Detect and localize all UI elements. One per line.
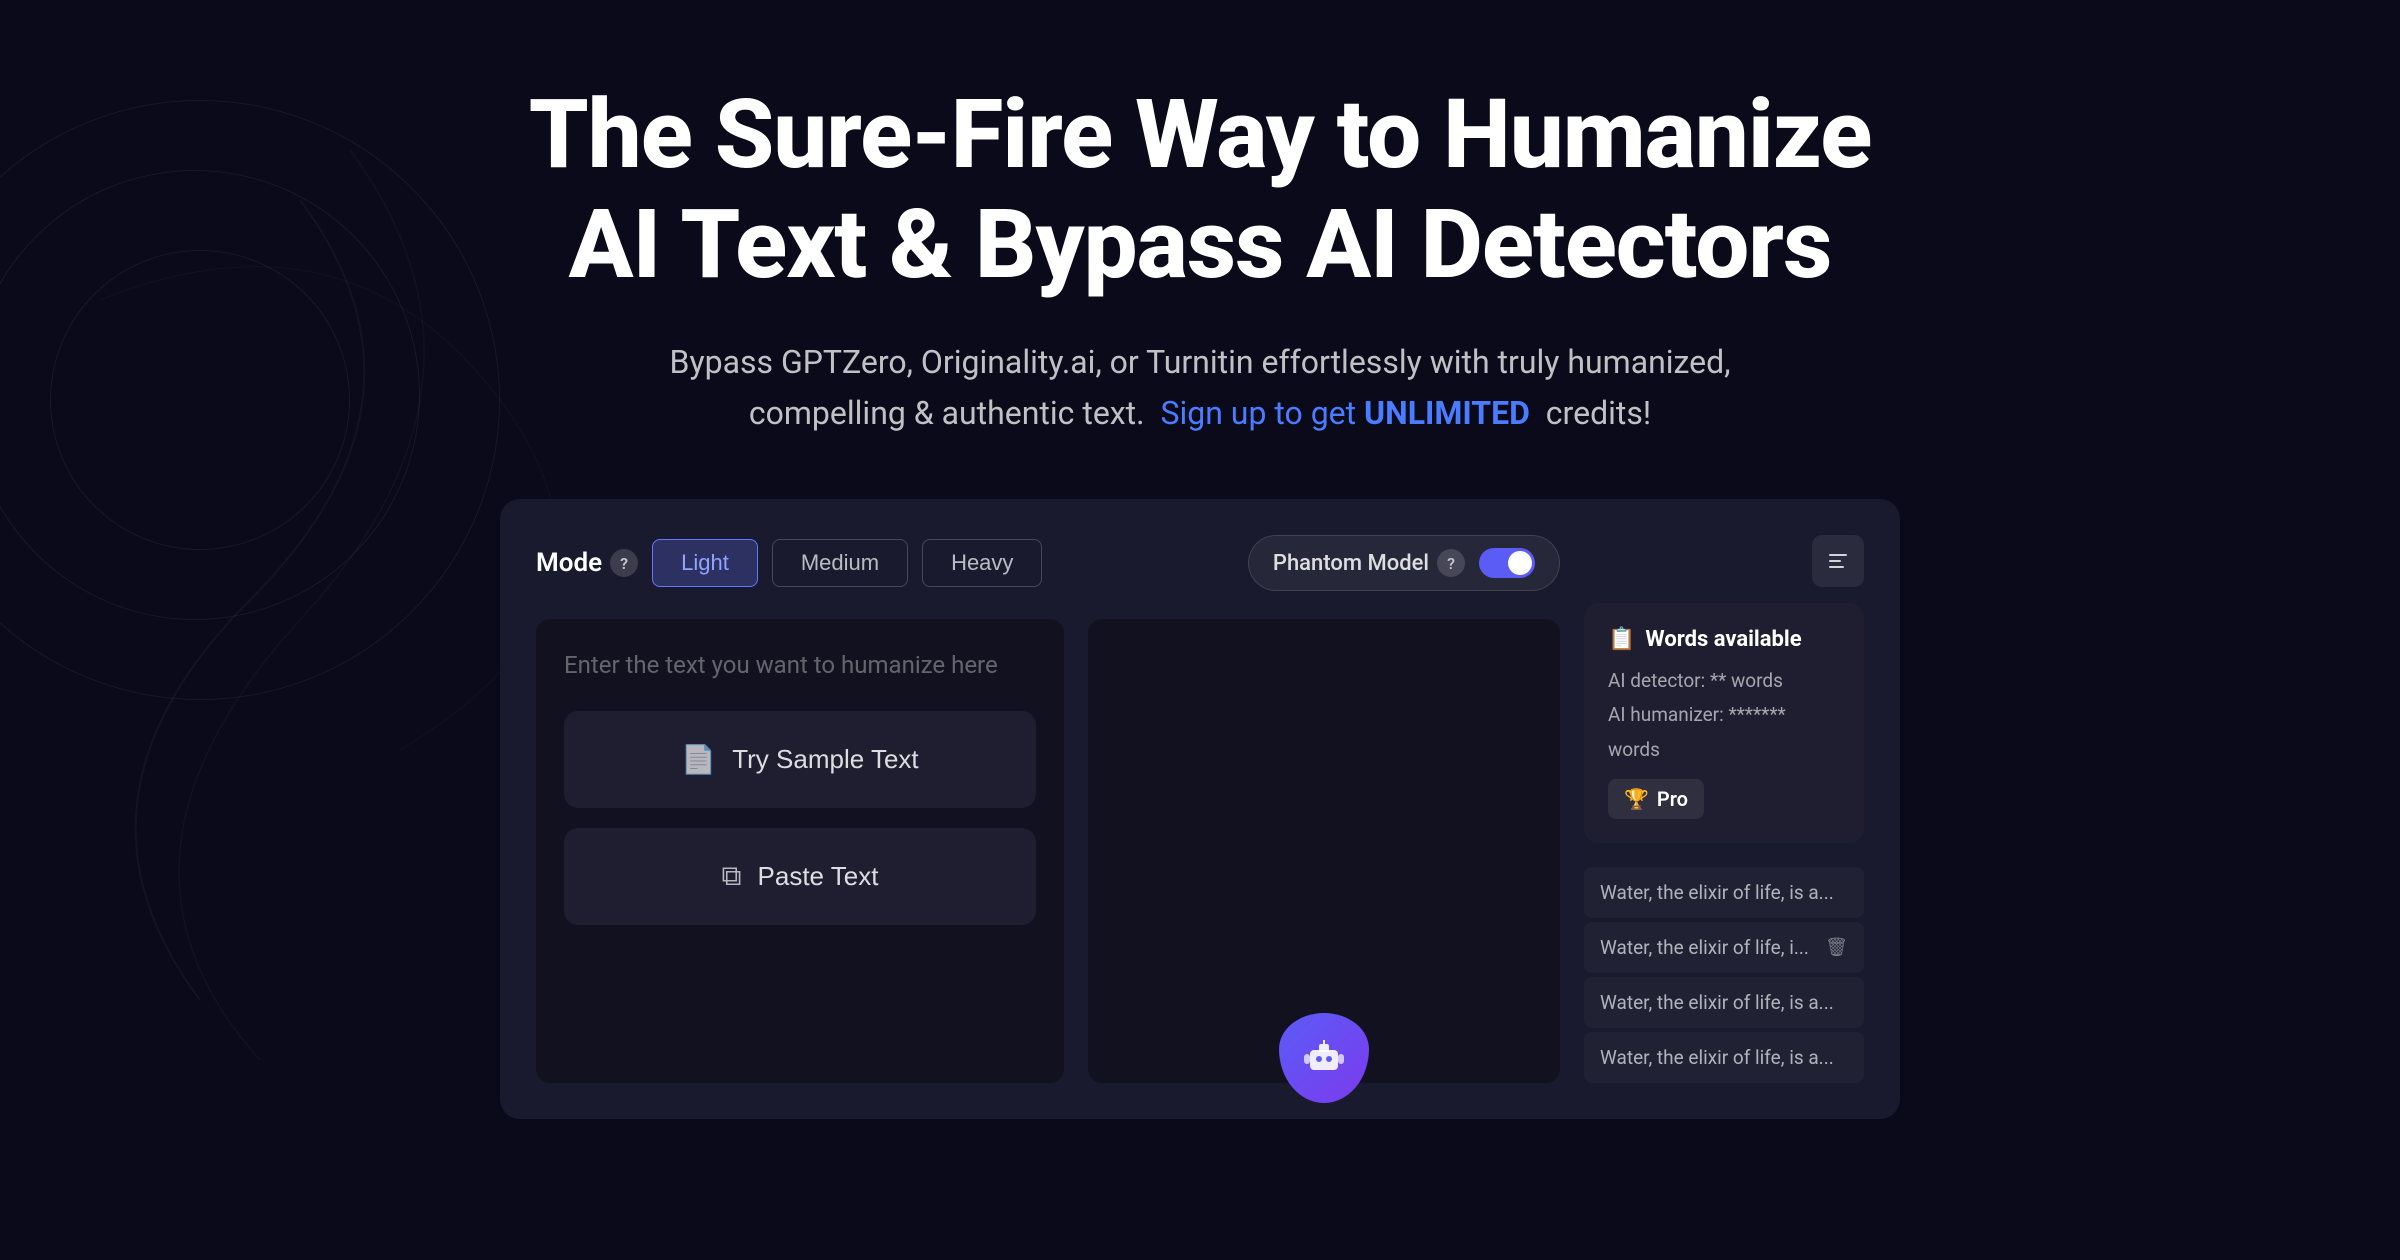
hero-section: The Sure-Fire Way to Humanize AI Text & … xyxy=(529,80,1872,439)
pro-icon: 🏆 xyxy=(1624,787,1649,811)
input-placeholder: Enter the text you want to humanize here xyxy=(564,647,1036,683)
phantom-help-icon[interactable]: ? xyxy=(1437,549,1465,577)
pro-badge[interactable]: 🏆 Pro xyxy=(1608,779,1704,819)
toggle-knob xyxy=(1508,551,1532,575)
mode-btn-medium[interactable]: Medium xyxy=(772,539,908,587)
mode-btn-light[interactable]: Light xyxy=(652,539,758,587)
robot-icon xyxy=(1279,1013,1369,1103)
input-area: Enter the text you want to humanize here… xyxy=(536,619,1064,1083)
left-panel: Mode ? Light Medium Heavy Phantom Model … xyxy=(536,535,1560,1083)
mode-btn-heavy[interactable]: Heavy xyxy=(922,539,1042,587)
clipboard-icon: ⧉ xyxy=(722,860,742,893)
sidebar-menu-btn[interactable] xyxy=(1812,535,1864,587)
signup-link[interactable]: Sign up to get UNLIMITED xyxy=(1160,394,1537,432)
mode-label: Mode ? xyxy=(536,548,638,578)
history-item[interactable]: Water, the elixir of life, is a... xyxy=(1584,977,1864,1028)
page-wrapper: The Sure-Fire Way to Humanize AI Text & … xyxy=(0,0,2400,1119)
delete-icon[interactable]: 🗑 xyxy=(1825,937,1848,958)
editor-section: Enter the text you want to humanize here… xyxy=(536,619,1560,1083)
phantom-label: Phantom Model ? xyxy=(1273,549,1465,577)
mode-help-icon[interactable]: ? xyxy=(610,549,638,577)
app-container: Mode ? Light Medium Heavy Phantom Model … xyxy=(500,499,1900,1119)
mode-left: Mode ? Light Medium Heavy xyxy=(536,539,1042,587)
output-area xyxy=(1088,619,1560,1083)
paste-text-btn[interactable]: ⧉ Paste Text xyxy=(564,828,1036,925)
hero-title: The Sure-Fire Way to Humanize AI Text & … xyxy=(529,80,1872,301)
words-icon: 📋 xyxy=(1608,627,1635,652)
history-item[interactable]: Water, the elixir of life, is a... xyxy=(1584,867,1864,918)
detector-info: AI detector: ** words xyxy=(1608,664,1840,698)
history-items: Water, the elixir of life, is a... Water… xyxy=(1584,867,1864,1083)
document-icon: 📄 xyxy=(681,743,716,776)
hero-subtitle: Bypass GPTZero, Originality.ai, or Turni… xyxy=(529,337,1872,439)
history-item[interactable]: Water, the elixir of life, i... 🗑 xyxy=(1584,922,1864,973)
phantom-toggle-switch[interactable] xyxy=(1479,548,1535,578)
history-item[interactable]: Water, the elixir of life, is a... xyxy=(1584,1032,1864,1083)
words-card-title: 📋 Words available xyxy=(1608,627,1840,652)
humanizer-info: AI humanizer: ******* words xyxy=(1608,698,1840,766)
words-card: 📋 Words available AI detector: ** words … xyxy=(1584,603,1864,843)
mode-bar: Mode ? Light Medium Heavy Phantom Model … xyxy=(536,535,1560,591)
words-card-info: AI detector: ** words AI humanizer: ****… xyxy=(1608,664,1840,767)
phantom-toggle-container: Phantom Model ? xyxy=(1248,535,1560,591)
try-sample-btn[interactable]: 📄 Try Sample Text xyxy=(564,711,1036,808)
sidebar-panel: 📋 Words available AI detector: ** words … xyxy=(1584,535,1864,1083)
